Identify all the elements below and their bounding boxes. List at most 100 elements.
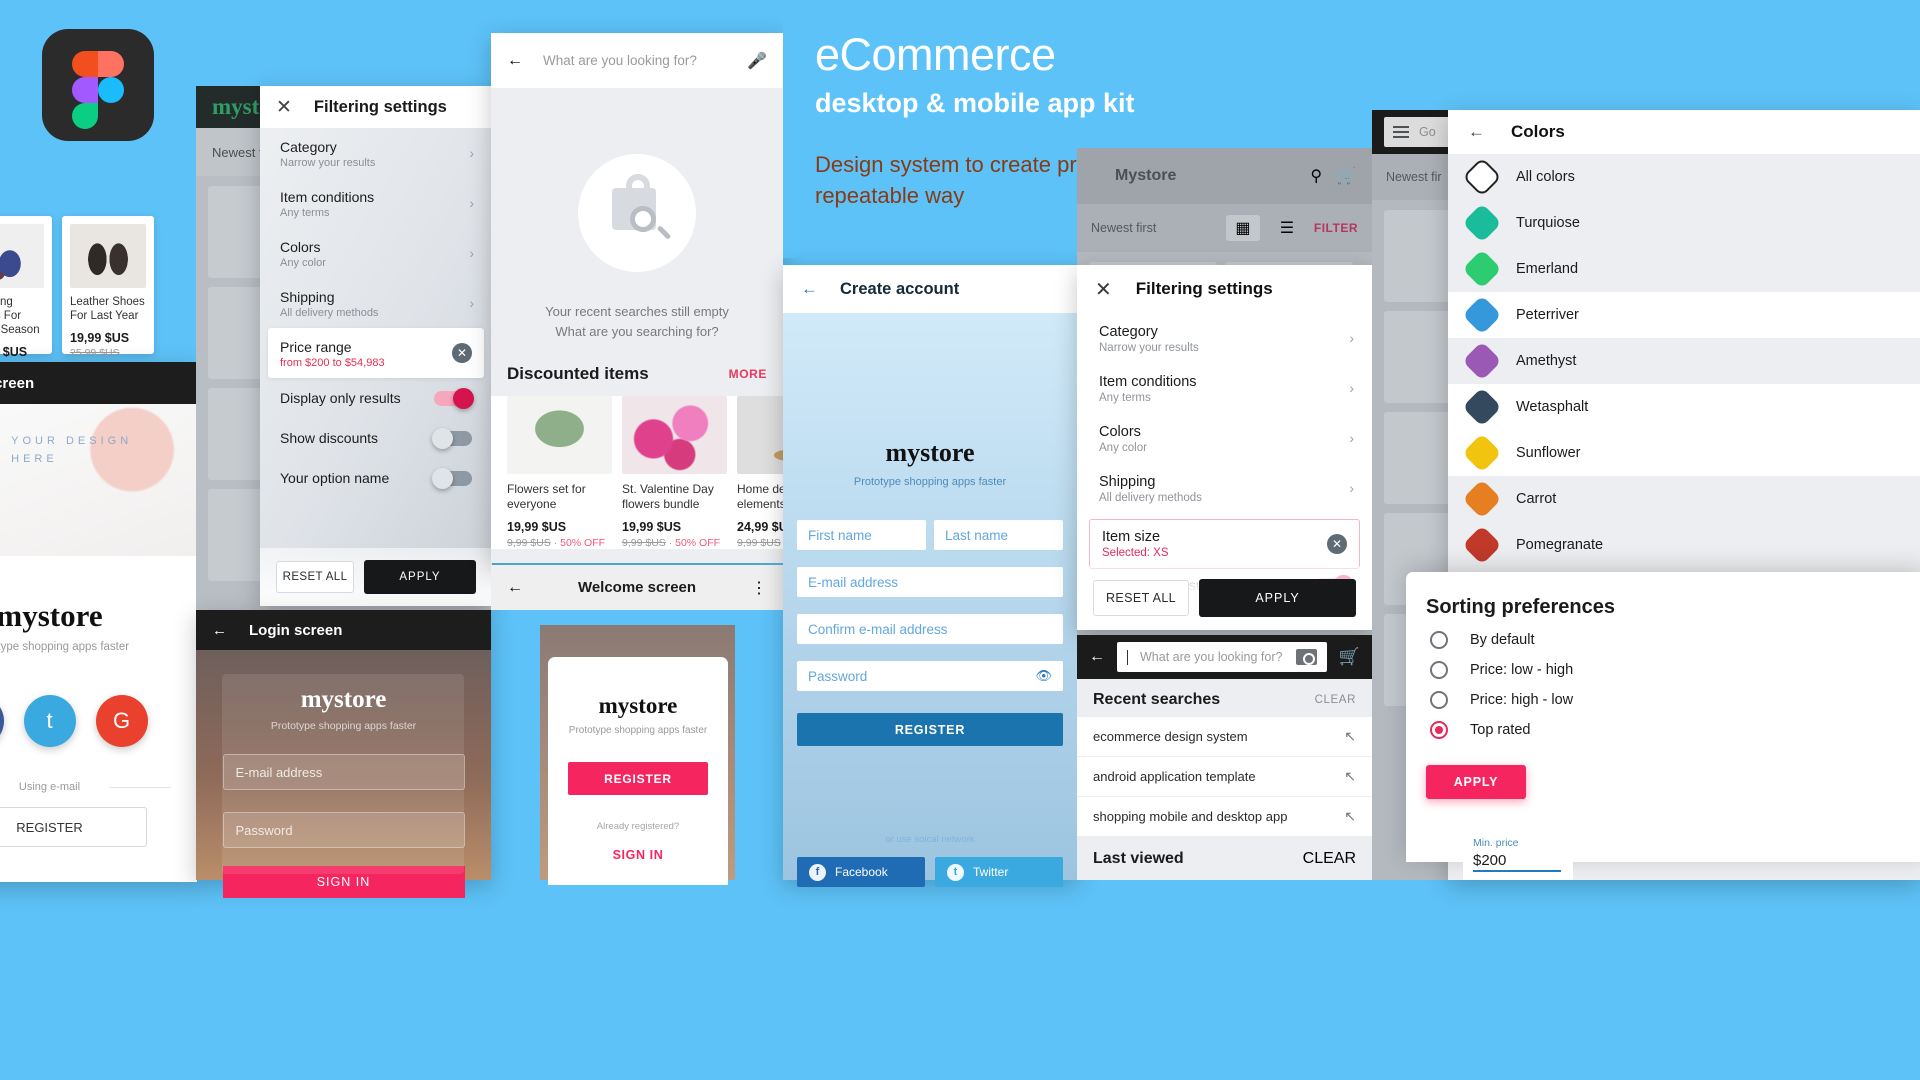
color-row-sunflower[interactable]: Sunflower xyxy=(1448,430,1920,476)
search-input[interactable]: What are you looking for? xyxy=(543,53,727,68)
color-row-amethyst[interactable]: Amethyst xyxy=(1448,338,1920,384)
password-field[interactable]: Password 👁 xyxy=(797,661,1063,691)
confirm-email-field[interactable]: Confirm e-mail address xyxy=(797,614,1063,644)
camera-icon[interactable] xyxy=(1295,649,1317,665)
sort-option-top-rated[interactable]: Top rated xyxy=(1406,709,1920,739)
list-item[interactable]: Flowers set for everyone 19,99 $US 9,99 … xyxy=(507,396,612,549)
clear-icon[interactable]: ✕ xyxy=(452,343,472,363)
list-view-icon[interactable]: ☰ xyxy=(1270,215,1304,241)
arrow-up-left-icon[interactable]: ↖ xyxy=(1344,768,1356,785)
overflow-menu-icon[interactable]: ⋮ xyxy=(751,578,767,598)
sort-option-price-low-high[interactable]: Price: low - high xyxy=(1406,649,1920,679)
filter-row-colors[interactable]: Colors Any color › xyxy=(260,228,492,278)
more-link[interactable]: MORE xyxy=(729,367,767,381)
back-arrow-icon[interactable]: ← xyxy=(212,622,227,639)
back-arrow-icon[interactable]: ← xyxy=(1089,648,1105,666)
sort-select[interactable]: Newest first xyxy=(1091,221,1216,235)
filter-row-category[interactable]: Category Narrow your results › xyxy=(260,128,492,178)
clear-link[interactable]: CLEAR xyxy=(1303,850,1356,868)
list-item[interactable]: ecommerce design system ↖ xyxy=(1077,717,1372,756)
arrow-up-left-icon[interactable]: ↖ xyxy=(1344,728,1356,745)
radio-button[interactable] xyxy=(1430,721,1448,739)
eye-icon[interactable]: 👁 xyxy=(1035,668,1052,684)
color-row-turquiose[interactable]: Turquiose xyxy=(1448,200,1920,246)
toggle-switch[interactable] xyxy=(434,387,474,409)
arrow-up-left-icon[interactable]: ↖ xyxy=(1344,808,1356,825)
product-card-list: Amazing Shoes For Every Season 19,99 $US… xyxy=(0,216,175,373)
microphone-icon[interactable]: 🎤 xyxy=(747,51,767,71)
search-input[interactable]: Go xyxy=(1419,125,1436,139)
filter-row-item-conditions[interactable]: Item conditions Any terms › xyxy=(260,178,492,228)
sorting-preferences-panel: Sorting preferences By default Price: lo… xyxy=(1406,572,1920,862)
last-name-field[interactable]: Last name xyxy=(934,520,1063,550)
color-row-pomegranate[interactable]: Pomegranate xyxy=(1448,522,1920,568)
radio-button[interactable] xyxy=(1430,661,1448,679)
list-item[interactable]: shopping mobile and desktop app ↖ xyxy=(1077,797,1372,836)
toggle-switch[interactable] xyxy=(432,467,472,489)
color-row-wetasphalt[interactable]: Wetasphalt xyxy=(1448,384,1920,430)
brand-tagline: Prototype shopping apps faster xyxy=(0,641,130,653)
filter-row-shipping[interactable]: Shipping All delivery methods › xyxy=(260,278,492,328)
color-row-carrot[interactable]: Carrot xyxy=(1448,476,1920,522)
product-price: 19,99 $US xyxy=(0,345,28,359)
brand-tagline: Prototype shopping apps faster xyxy=(568,725,708,736)
filter-sublabel: Any color xyxy=(1099,442,1147,454)
apply-button[interactable]: APPLY xyxy=(1199,579,1356,617)
reset-all-button[interactable]: RESET ALL xyxy=(276,561,354,593)
register-button[interactable]: REGISTER xyxy=(568,762,708,795)
register-button[interactable]: REGISTER xyxy=(797,713,1063,746)
product-card[interactable]: Amazing Shoes For Every Season 19,99 $US… xyxy=(0,216,52,373)
radio-button[interactable] xyxy=(1430,691,1448,709)
back-arrow-icon[interactable]: ← xyxy=(507,579,523,597)
product-old-price: 25,99 $US xyxy=(70,347,120,359)
color-row-all-colors[interactable]: All colors xyxy=(1448,154,1920,200)
close-icon[interactable]: ✕ xyxy=(1095,277,1112,302)
hamburger-menu-icon[interactable] xyxy=(1393,126,1409,138)
radio-button[interactable] xyxy=(1430,631,1448,649)
back-arrow-icon[interactable]: ← xyxy=(1468,122,1485,142)
sort-option-by-default[interactable]: By default xyxy=(1406,619,1920,649)
color-row-emerland[interactable]: Emerland xyxy=(1448,246,1920,292)
back-arrow-icon[interactable]: ← xyxy=(801,279,818,299)
min-price-field[interactable]: Min. price $200 xyxy=(1463,832,1573,880)
search-icon[interactable]: ⚲ xyxy=(1310,166,1322,186)
sign-in-link[interactable]: SIGN IN xyxy=(548,848,728,862)
email-field[interactable]: E-mail address xyxy=(797,567,1063,597)
twitter-icon[interactable]: t xyxy=(23,695,76,747)
register-button[interactable]: REGISTER xyxy=(0,807,147,847)
reset-all-button[interactable]: RESET ALL xyxy=(1093,580,1189,616)
toggle-display-only-results[interactable]: Display only results xyxy=(260,378,492,418)
list-item[interactable]: android application template ↖ xyxy=(1077,757,1372,796)
toggle-show-discounts[interactable]: Show discounts xyxy=(260,418,492,458)
filter-row-item-conditions[interactable]: Item conditions Any terms › xyxy=(1077,363,1372,413)
facebook-icon[interactable]: f xyxy=(0,695,4,747)
close-icon[interactable]: ✕ xyxy=(276,98,292,117)
clear-icon[interactable]: ✕ xyxy=(1327,534,1347,554)
cart-icon[interactable]: 🛒 xyxy=(1336,166,1356,186)
product-card[interactable]: Leather Shoes For Last Year 19,99 $US 25… xyxy=(62,216,154,359)
filter-row-colors[interactable]: Colors Any color › xyxy=(1077,413,1372,463)
google-plus-icon[interactable]: G xyxy=(95,695,148,747)
apply-button[interactable]: APPLY xyxy=(1426,765,1526,799)
twitter-button[interactable]: t Twitter xyxy=(935,857,1063,887)
back-arrow-icon[interactable]: ← xyxy=(507,52,523,70)
cart-icon[interactable]: 🛒 xyxy=(1339,647,1360,667)
toggle-switch[interactable] xyxy=(432,427,472,449)
toggle-your-option[interactable]: Your option name xyxy=(260,458,492,498)
app-canvas: Amazing Shoes For Every Season 19,99 $US… xyxy=(0,0,1920,1080)
list-item[interactable]: St. Valentine Day flowers bundle 19,99 $… xyxy=(622,396,727,549)
facebook-button[interactable]: f Facebook xyxy=(797,857,925,887)
grid-view-icon[interactable]: ▦ xyxy=(1225,215,1260,241)
apply-button[interactable]: APPLY xyxy=(364,560,476,594)
first-name-field[interactable]: First name xyxy=(797,520,926,550)
sort-option-price-high-low[interactable]: Price: high - low xyxy=(1406,679,1920,709)
filter-sublabel: from $200 to $54,983 xyxy=(280,357,385,369)
search-input[interactable]: What are you looking for? xyxy=(1140,650,1284,664)
color-row-peterriver[interactable]: Peterriver xyxy=(1448,292,1920,338)
filter-row-shipping[interactable]: Shipping All delivery methods › xyxy=(1077,463,1372,513)
filter-row-price-range[interactable]: Price range from $200 to $54,983 ✕ xyxy=(268,328,484,378)
clear-link[interactable]: CLEAR xyxy=(1315,694,1356,706)
filter-link[interactable]: FILTER xyxy=(1314,221,1358,235)
filter-row-category[interactable]: Category Narrow your results › xyxy=(1077,313,1372,363)
filter-row-item-size[interactable]: Item size Selected: XS ✕ xyxy=(1089,519,1360,569)
